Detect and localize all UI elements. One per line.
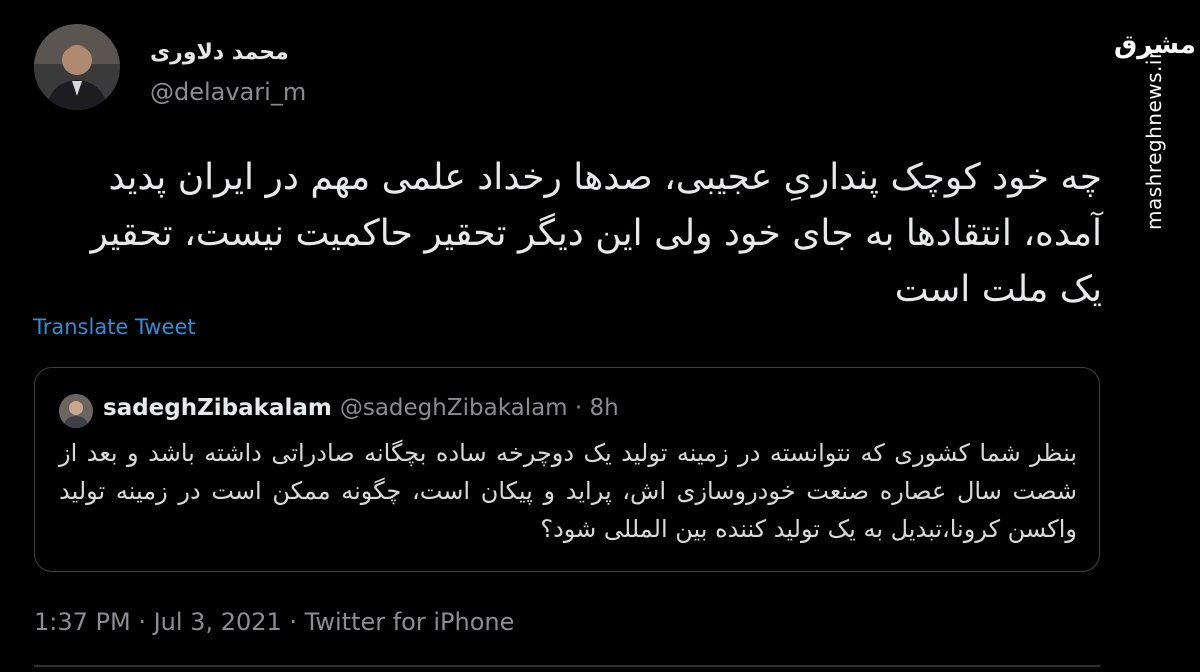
quoted-author-meta: @sadeghZibakalam · 8h xyxy=(339,395,619,421)
translate-tweet-link[interactable]: Translate Tweet xyxy=(33,315,196,339)
divider xyxy=(34,665,1100,667)
tweet-text: چه خود کوچک پنداریِ عجیبی، صدها رخداد عل… xyxy=(90,157,1102,310)
author-name[interactable]: محمد دلاوری xyxy=(150,40,300,65)
watermark-url: mashreghnews.ir xyxy=(1142,50,1166,230)
quoted-header: sadeghZibakalam @sadeghZibakalam · 8h xyxy=(103,395,619,421)
tweet-timestamp[interactable]: 1:37 PM · Jul 3, 2021 · Twitter for iPho… xyxy=(34,608,514,636)
author-avatar[interactable] xyxy=(34,24,120,110)
quoted-tweet-text: بنظر شما کشوری که نتوانسته در زمینه تولی… xyxy=(59,439,1077,543)
quoted-author-name[interactable]: sadeghZibakalam xyxy=(103,395,332,421)
tweet-card: محمد دلاوری @delavari_m چه خود کوچک پندا… xyxy=(0,0,1120,672)
quoted-tweet[interactable]: sadeghZibakalam @sadeghZibakalam · 8h بنظ… xyxy=(34,367,1100,572)
author-handle[interactable]: @delavari_m xyxy=(150,78,306,106)
quoted-author-avatar[interactable] xyxy=(59,394,93,428)
